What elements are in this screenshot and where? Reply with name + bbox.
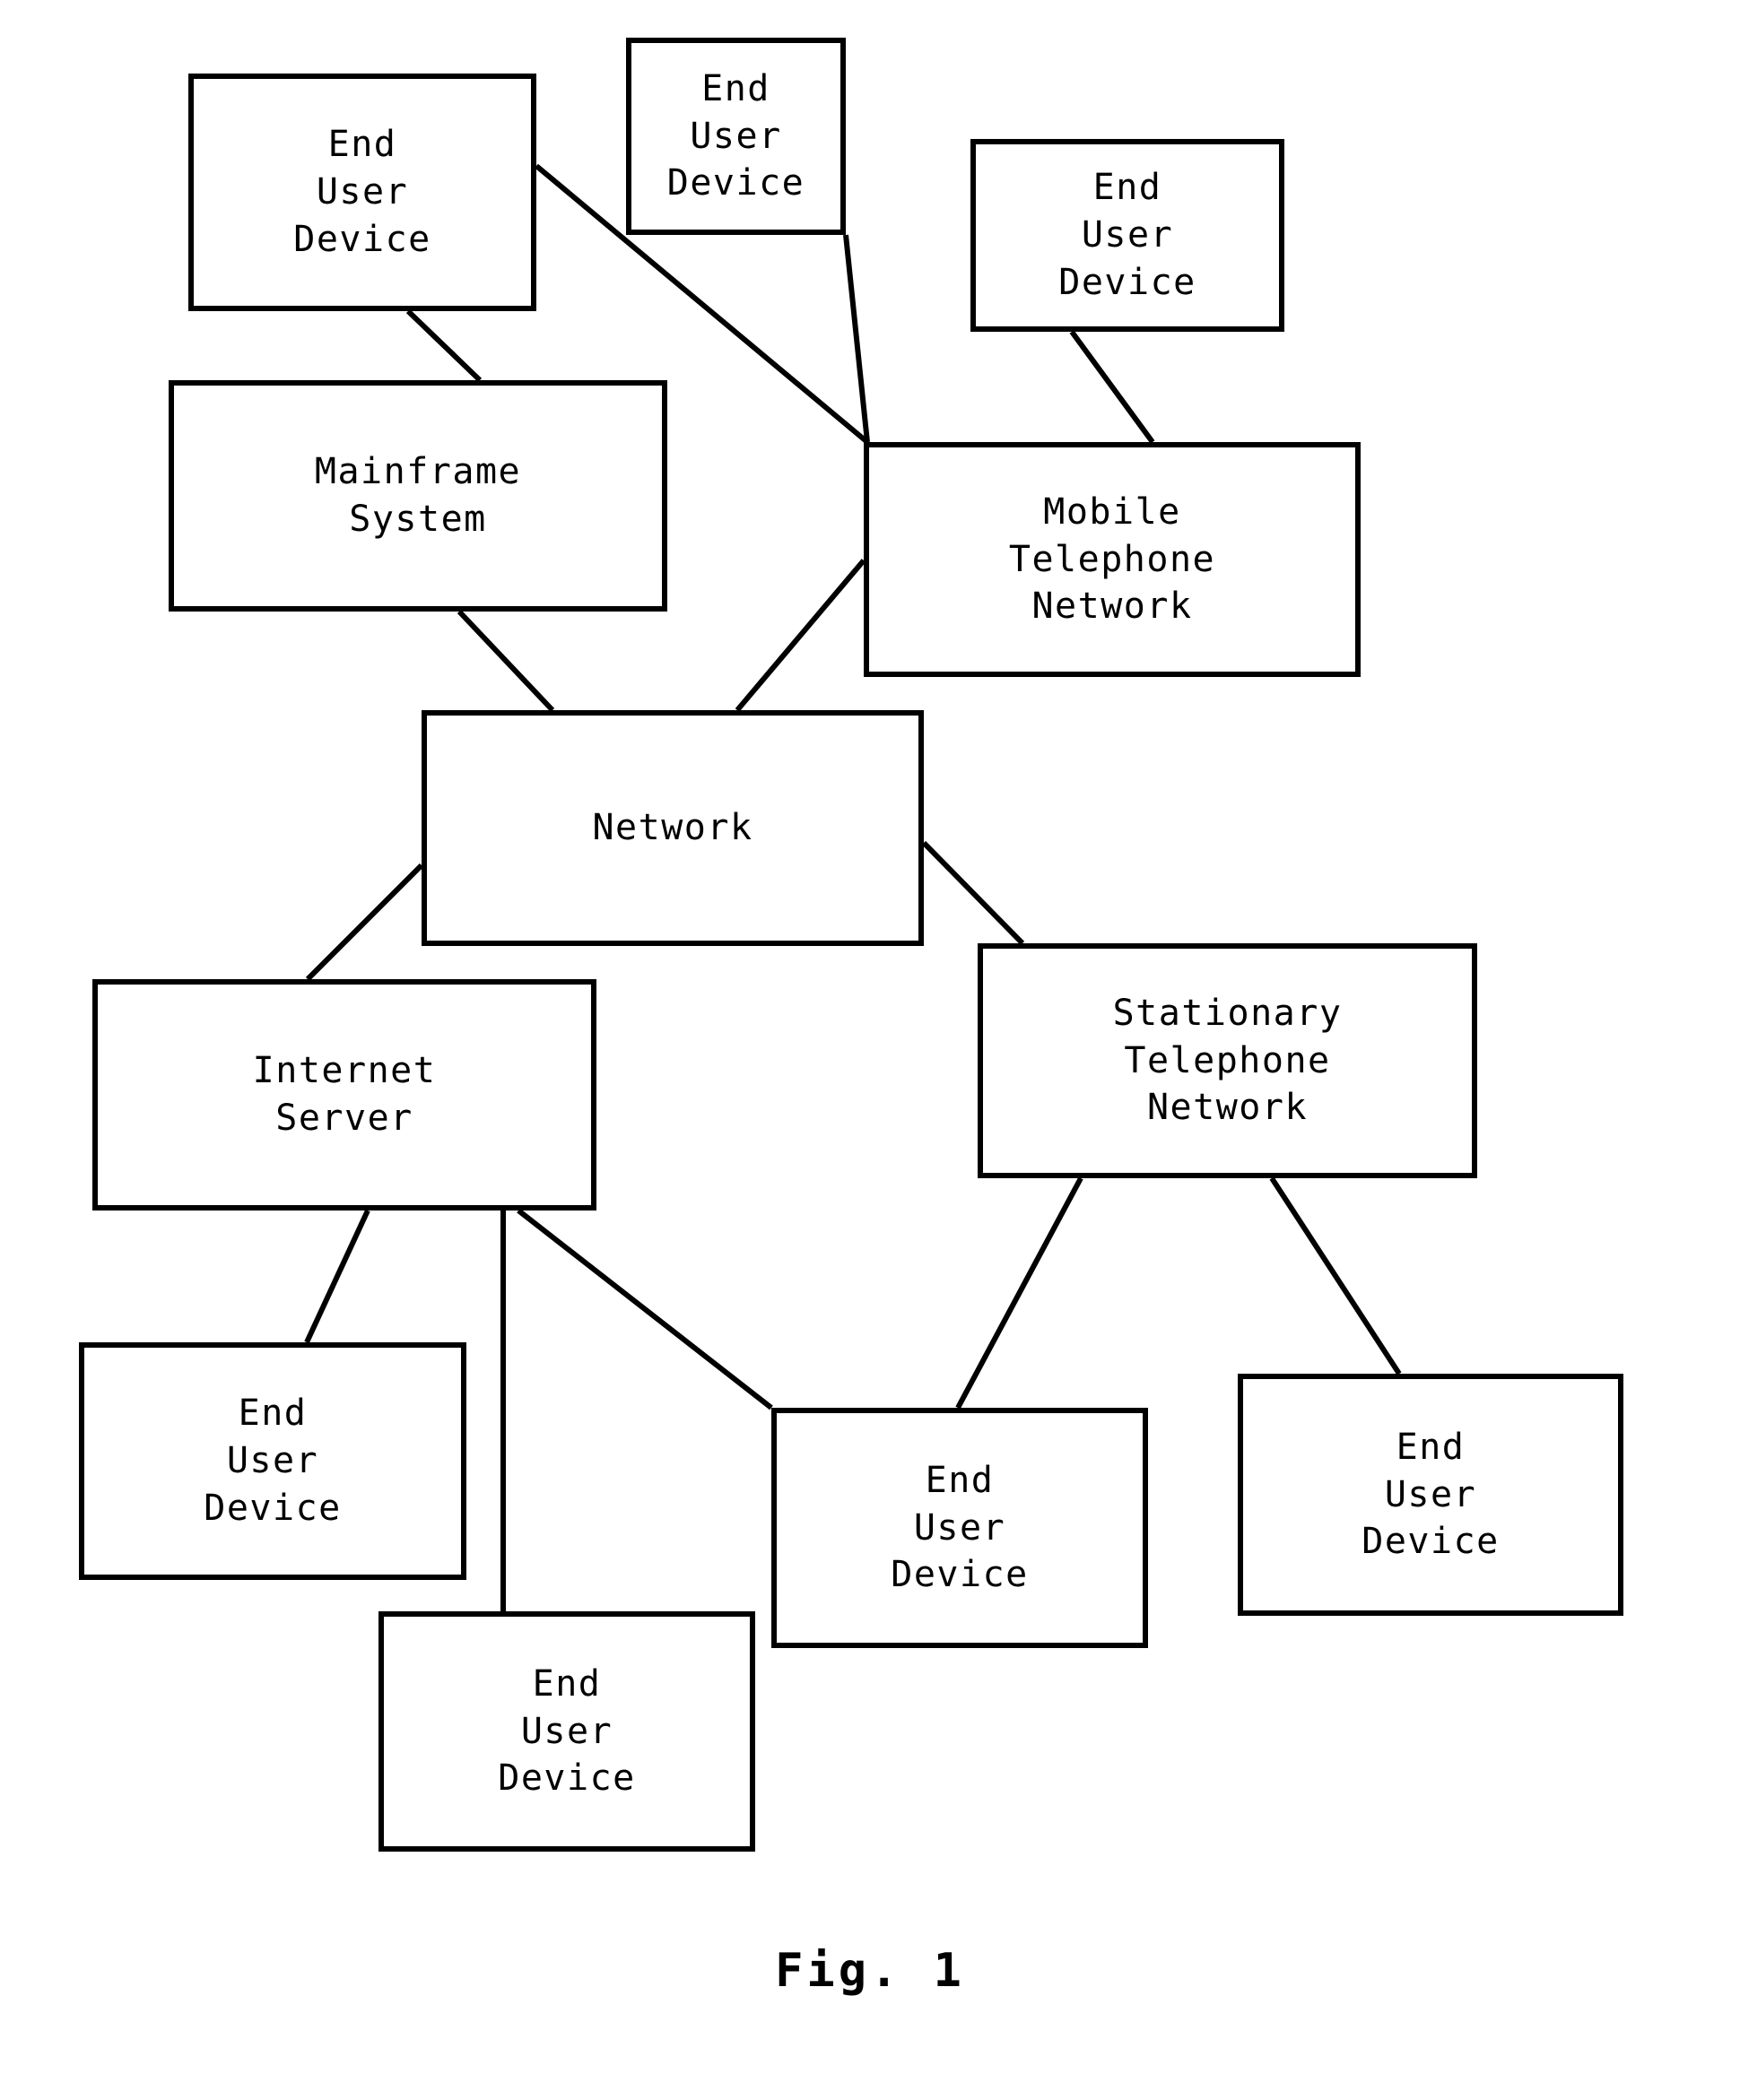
connection-line-end-user-device-2-to-mobile-telephone-network [843, 234, 870, 443]
node-label-line: End [327, 124, 397, 166]
node-end-user-device-1[interactable]: End User Device [188, 74, 536, 311]
connection-line-end-user-device-3-to-mobile-telephone-network [1069, 330, 1155, 444]
connection-line-end-user-device-1-to-mainframe-system [405, 308, 483, 383]
node-label-line: Device [891, 1554, 1029, 1596]
connection-line-internet-server-to-end-user-device-4 [304, 1209, 370, 1344]
connection-line-mobile-telephone-network-to-network [735, 559, 866, 712]
node-label-line: Mainframe [314, 451, 522, 493]
connection-line-mainframe-system-to-network [457, 609, 555, 713]
connection-line-internet-server-to-end-user-device-6 [517, 1208, 773, 1410]
node-label-line: Device [204, 1487, 342, 1529]
node-label-line: User [520, 1710, 613, 1752]
node-network[interactable]: Network [422, 710, 924, 946]
node-end-user-device-4[interactable]: End User Device [79, 1342, 466, 1580]
connection-line-stationary-telephone-network-to-end-user-device-6 [955, 1176, 1083, 1410]
patent-figure: End User Device End User Device End User Device M… [0, 0, 1740, 2100]
node-stationary-telephone-network[interactable]: Stationary Telephone Network [978, 943, 1477, 1178]
node-label-line: User [226, 1440, 319, 1482]
node-label-line: Device [498, 1757, 636, 1800]
node-label-line: End [1396, 1426, 1466, 1468]
node-label-line: Network [592, 807, 753, 849]
node-label-line: Network [1031, 586, 1193, 628]
node-label-line: Telephone [1008, 538, 1216, 580]
node-label-line: Device [1058, 261, 1196, 303]
node-label-line: User [316, 171, 409, 213]
node-label-line: Stationary [1112, 992, 1343, 1034]
node-label-line: User [913, 1506, 1006, 1549]
node-label-line: Server [275, 1098, 413, 1139]
node-label-line: End [925, 1459, 995, 1501]
node-label-line: End [1092, 167, 1162, 209]
node-label-line: Device [1362, 1521, 1500, 1563]
node-label-line: Internet [252, 1050, 437, 1092]
connection-line-stationary-telephone-network-to-end-user-device-7 [1269, 1176, 1402, 1375]
node-end-user-device-2[interactable]: End User Device [626, 38, 846, 235]
node-label-line: Network [1146, 1087, 1309, 1129]
node-label-line: System [349, 499, 487, 540]
figure-caption: Fig. 1 [775, 1944, 965, 1998]
node-label-line: End [238, 1393, 308, 1435]
node-end-user-device-7[interactable]: End User Device [1238, 1374, 1623, 1616]
node-mainframe-system[interactable]: Mainframe System [169, 380, 667, 612]
node-end-user-device-3[interactable]: End User Device [970, 139, 1284, 332]
node-label-line: User [690, 115, 782, 157]
node-label-line: User [1384, 1473, 1477, 1515]
connection-line-network-to-stationary-telephone-network [921, 840, 1025, 946]
node-label-line: Device [666, 162, 805, 204]
node-mobile-telephone-network[interactable]: Mobile Telephone Network [864, 442, 1361, 677]
node-end-user-device-5[interactable]: End User Device [378, 1611, 755, 1852]
node-internet-server[interactable]: Internet Server [92, 979, 596, 1211]
node-end-user-device-6[interactable]: End User Device [771, 1408, 1148, 1648]
node-label-line: Mobile [1043, 490, 1181, 533]
node-label-line: End [701, 67, 770, 109]
node-label-line: Telephone [1124, 1039, 1331, 1081]
node-label-line: Device [293, 218, 431, 260]
connection-line-network-to-internet-server [305, 863, 424, 982]
node-label-line: End [532, 1662, 602, 1705]
node-label-line: User [1081, 214, 1174, 256]
